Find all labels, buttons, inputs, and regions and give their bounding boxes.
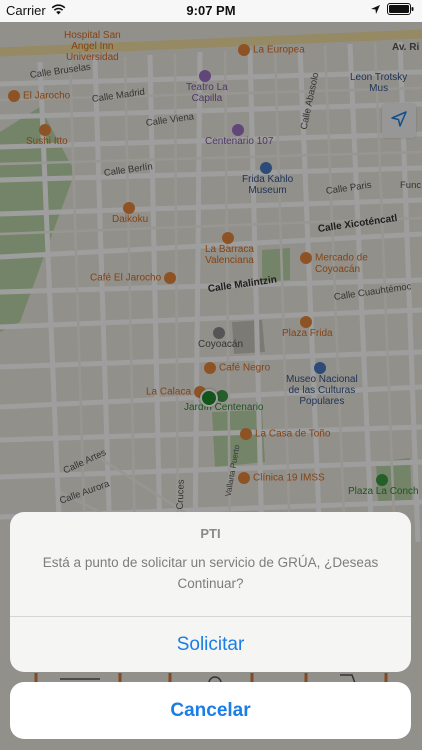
status-right	[370, 3, 414, 18]
action-sheet-alert: PTI Está a punto de solicitar un servici…	[10, 512, 411, 672]
location-arrow-icon	[370, 3, 381, 18]
alert-message: Está a punto de solicitar un servicio de…	[42, 555, 379, 591]
cancel-button[interactable]: Cancelar	[10, 682, 411, 739]
status-bar: Carrier 9:07 PM	[0, 0, 422, 22]
clock: 9:07 PM	[186, 3, 236, 18]
battery-icon	[387, 3, 414, 18]
solicitar-button[interactable]: Solicitar	[10, 617, 411, 672]
alert-title: PTI	[200, 526, 221, 541]
